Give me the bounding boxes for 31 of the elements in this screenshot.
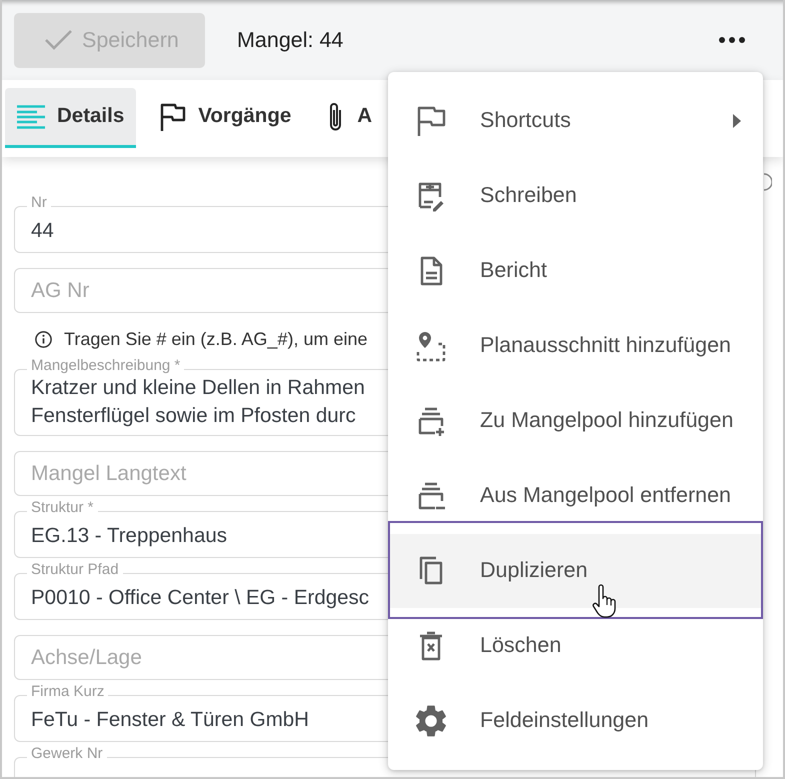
flag-icon xyxy=(160,102,186,130)
menu-item[interactable]: Duplizieren xyxy=(388,521,763,619)
field-value: P0010 - Office Center \ EG - Erdgesc xyxy=(31,585,370,611)
tab[interactable]: Details xyxy=(5,88,136,148)
field-label: Struktur Pfad xyxy=(30,562,120,580)
field-label: Nr xyxy=(30,195,48,213)
field-placeholder: Achse/Lage xyxy=(31,645,142,671)
record-title: Mangel: 44 xyxy=(237,26,344,54)
flag-icon xyxy=(415,104,447,136)
menu-item[interactable]: Shortcuts xyxy=(388,83,763,158)
more-icon xyxy=(719,37,745,43)
field-value: FeTu - Fenster & Türen GmbH xyxy=(31,707,309,733)
field-label: Mangelbeschreibung * xyxy=(30,358,182,376)
arc-icon xyxy=(763,173,772,191)
lines-icon xyxy=(17,104,45,128)
field-value: Kratzer und kleine Dellen in Rahmen Fensterflügel sowie im Pfosten durc xyxy=(31,375,365,429)
field-value: 44 xyxy=(31,218,54,244)
tab[interactable]: A xyxy=(315,88,384,148)
check-icon xyxy=(44,29,72,51)
field-label: Struktur * xyxy=(30,500,95,518)
gear-icon xyxy=(415,704,447,736)
field-placeholder: AG Nr xyxy=(31,278,90,304)
hand-cursor-icon xyxy=(592,583,618,619)
info-icon xyxy=(35,330,52,348)
pin-dashed-frame-icon xyxy=(415,330,447,362)
field-placeholder: Mangel Langtext xyxy=(31,461,186,487)
field-value: EG.13 - Treppenhaus xyxy=(31,523,228,549)
tab[interactable]: Vorgänge xyxy=(148,88,304,148)
field-label: Gewerk Nr xyxy=(30,746,104,764)
field-label: Firma Kurz xyxy=(30,684,106,702)
hint-text: Tragen Sie # ein (z.B. AG_#), um eine xyxy=(64,328,368,351)
